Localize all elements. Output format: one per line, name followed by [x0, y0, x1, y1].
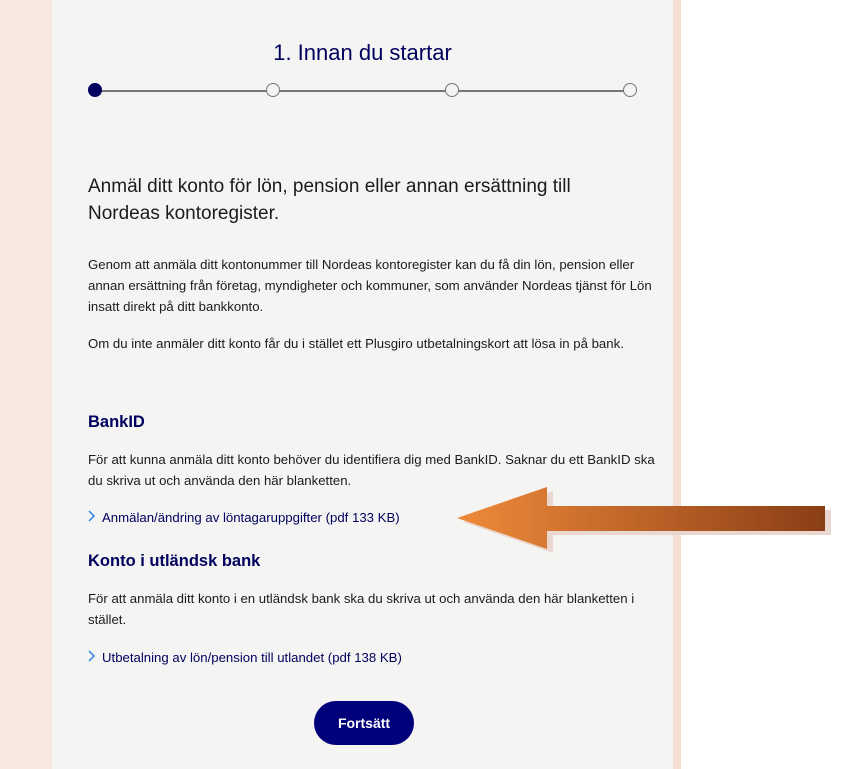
foreign-account-form-link[interactable]: Utbetalning av lön/pension till utlandet…: [88, 649, 402, 665]
form-card: 1. Innan du startar Anmäl ditt konto för…: [52, 0, 673, 769]
intro-paragraph-2: Om du inte anmäler ditt konto får du i s…: [88, 336, 624, 351]
step-3-indicator: [445, 83, 459, 97]
progress-stepper: [88, 82, 644, 102]
bankid-form-link[interactable]: Anmälan/ändring av löntagaruppgifter (pd…: [88, 509, 400, 525]
foreign-account-form-link-label: Utbetalning av lön/pension till utlandet…: [102, 649, 402, 665]
step-4-indicator: [623, 83, 637, 97]
foreign-account-text: För att anmäla ditt konto i en utländsk …: [88, 591, 635, 627]
arrow-left-icon: [457, 487, 831, 553]
chevron-right-icon: [88, 509, 96, 525]
continue-button[interactable]: Fortsätt: [314, 701, 414, 745]
intro-paragraph-1: Genom att anmäla ditt kontonummer till N…: [88, 257, 652, 314]
bankid-heading: BankID: [88, 413, 145, 431]
bankid-form-link-label: Anmälan/ändring av löntagaruppgifter (pd…: [102, 509, 400, 525]
page-background-right: [673, 0, 681, 769]
step-1-indicator: [88, 83, 102, 97]
page-title: 1. Innan du startar: [273, 40, 452, 65]
step-2-indicator: [266, 83, 280, 97]
foreign-account-heading: Konto i utländsk bank: [88, 552, 261, 570]
stepper-line: [96, 90, 636, 92]
chevron-right-icon: [88, 649, 96, 665]
page-background-left: [0, 0, 52, 769]
intro-heading: Anmäl ditt konto för lön, pension eller …: [88, 176, 571, 224]
